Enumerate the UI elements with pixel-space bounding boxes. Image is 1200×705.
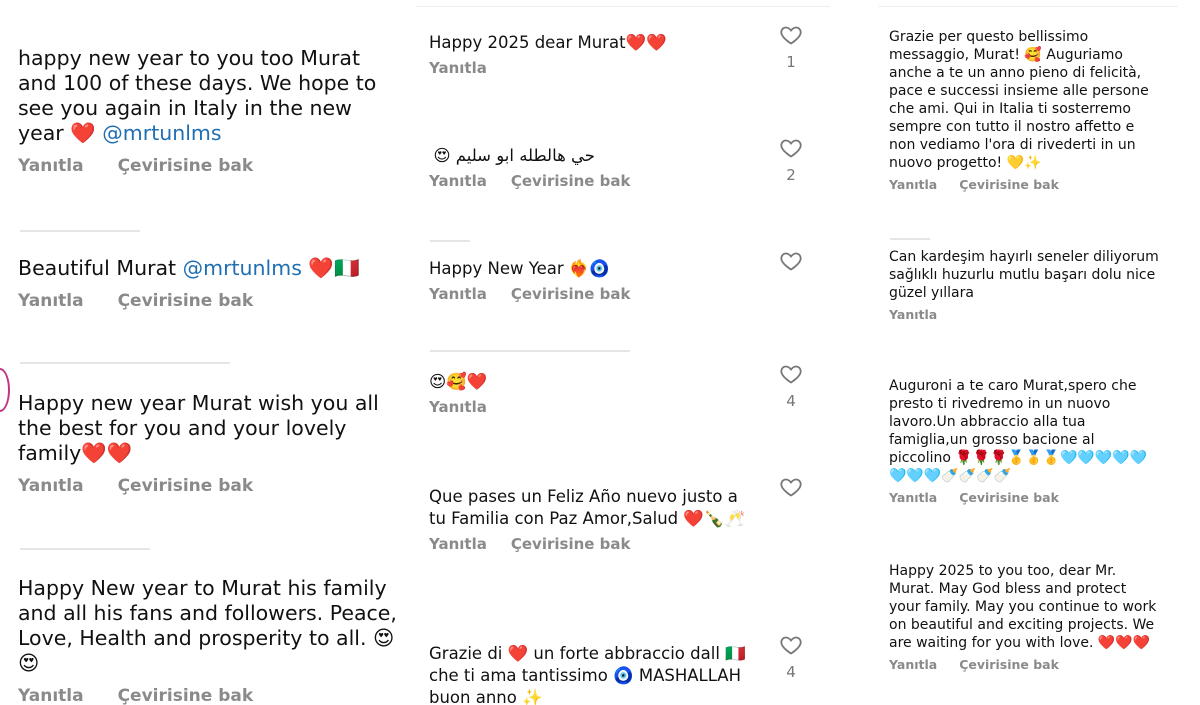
faded-username <box>430 350 630 352</box>
like-heart-icon[interactable] <box>778 136 804 160</box>
reply-button[interactable]: Yanıtla <box>889 657 937 672</box>
faded-username <box>20 548 150 550</box>
comments-column-2: Happy 2025 dear Murat❤️❤️ Yanıtla 1 حي ه… <box>416 0 830 705</box>
comment: Auguroni a te caro Murat,spero che prest… <box>889 377 1159 505</box>
comment: Beautiful Murat @mrtunlms ❤️🇮🇹 Yanıtla Çe… <box>18 256 403 311</box>
translate-button[interactable]: Çevirisine bak <box>118 291 254 311</box>
like-heart-icon[interactable] <box>778 362 804 386</box>
like-heart-icon[interactable] <box>778 23 804 47</box>
faded-username <box>20 230 140 232</box>
comment-text: happy new year to you too Murat and 100 … <box>18 46 377 145</box>
reply-button[interactable]: Yanıtla <box>18 291 84 311</box>
reply-button[interactable]: Yanıtla <box>889 490 937 505</box>
mention-link[interactable]: @mrtunlms <box>102 121 221 145</box>
comment: حي هالطله ابو سليم 😍 Yanıtla Çevirisine b… <box>429 145 631 190</box>
like-heart-icon[interactable] <box>778 475 804 499</box>
comment: happy new year to you too Murat and 100 … <box>18 46 403 176</box>
comment-actions: Yanıtla Çevirisine bak <box>18 686 403 705</box>
like-count: 4 <box>786 392 796 410</box>
comment-actions: Yanıtla Çevirisine bak <box>889 657 1159 672</box>
comment: Grazie di ❤️ un forte abbraccio dall 🇮🇹 … <box>429 643 759 705</box>
translate-button[interactable]: Çevirisine bak <box>511 285 631 303</box>
comment-text: Grazie per questo bellissimo messaggio, … <box>889 29 1149 171</box>
comment-text: Que pases un Feliz Año nuevo justo a tu … <box>429 487 745 528</box>
comment-actions: Yanıtla <box>889 307 1159 322</box>
divider <box>878 6 1178 7</box>
translate-button[interactable]: Çevirisine bak <box>118 156 254 176</box>
comment: 😍🥰❤️ Yanıtla <box>429 371 759 416</box>
reply-button[interactable]: Yanıtla <box>889 177 937 192</box>
comment: Happy New year to Murat his family and a… <box>18 576 403 705</box>
comment: Can kardeşim hayırlı seneler diliyorum s… <box>889 248 1159 322</box>
like-heart-icon[interactable] <box>778 633 804 657</box>
comment-actions: Yanıtla Çevirisine bak <box>18 291 403 311</box>
divider <box>416 6 830 7</box>
translate-button[interactable]: Çevirisine bak <box>511 535 631 553</box>
comment-actions: Yanıtla Çevirisine bak <box>18 156 403 176</box>
comment-actions: Yanıtla Çevirisine bak <box>889 490 1159 505</box>
like-count: 4 <box>786 663 796 681</box>
comment-text: Happy 2025 dear Murat❤️❤️ <box>429 33 667 52</box>
faded-username <box>430 240 470 242</box>
like-count: 2 <box>786 166 796 184</box>
comment-actions: Yanıtla Çevirisine bak <box>18 476 403 496</box>
comments-column-3: Grazie per questo bellissimo messaggio, … <box>878 0 1178 705</box>
reply-button[interactable]: Yanıtla <box>18 686 84 705</box>
comment: Happy New Year ❤️‍🔥🧿 Yanıtla Çevirisine b… <box>429 258 759 303</box>
reply-button[interactable]: Yanıtla <box>889 307 937 322</box>
comment-text: Happy new year Murat wish you all the be… <box>18 391 379 465</box>
faded-username <box>20 362 230 364</box>
comment-text: 😍🥰❤️ <box>429 372 488 391</box>
comment-text: حي هالطله ابو سليم 😍 <box>433 146 595 165</box>
translate-button[interactable]: Çevirisine bak <box>118 476 254 496</box>
comment-actions: Yanıtla <box>429 59 759 77</box>
translate-button[interactable]: Çevirisine bak <box>959 657 1059 672</box>
comment-actions: Yanıtla Çevirisine bak <box>429 285 759 303</box>
reply-button[interactable]: Yanıtla <box>429 285 487 303</box>
mention-link[interactable]: @mrtunlms <box>183 256 302 280</box>
reply-button[interactable]: Yanıtla <box>429 398 487 416</box>
comment-actions: Yanıtla Çevirisine bak <box>429 172 631 190</box>
comment-actions: Yanıtla Çevirisine bak <box>889 177 1159 192</box>
reply-button[interactable]: Yanıtla <box>429 59 487 77</box>
comment-text: Happy New year to Murat his family and a… <box>18 576 397 675</box>
like-heart-icon[interactable] <box>778 249 804 273</box>
comment-text: Auguroni a te caro Murat,spero che prest… <box>889 378 1148 484</box>
comments-column-1: happy new year to you too Murat and 100 … <box>0 0 412 705</box>
translate-button[interactable]: Çevirisine bak <box>959 490 1059 505</box>
comment-text: Can kardeşim hayırlı seneler diliyorum s… <box>889 249 1159 301</box>
reply-button[interactable]: Yanıtla <box>429 172 487 190</box>
like-count: 1 <box>786 53 796 71</box>
comment-actions: Yanıtla <box>429 398 759 416</box>
story-ring <box>0 368 10 412</box>
comment: Grazie per questo bellissimo messaggio, … <box>889 28 1159 192</box>
reply-button[interactable]: Yanıtla <box>18 156 84 176</box>
reply-button[interactable]: Yanıtla <box>18 476 84 496</box>
reply-button[interactable]: Yanıtla <box>429 535 487 553</box>
translate-button[interactable]: Çevirisine bak <box>959 177 1059 192</box>
comment: Happy new year Murat wish you all the be… <box>18 391 403 496</box>
translate-button[interactable]: Çevirisine bak <box>118 686 254 705</box>
comment-text: Happy New Year ❤️‍🔥🧿 <box>429 259 610 278</box>
comment: Que pases un Feliz Año nuevo justo a tu … <box>429 486 759 553</box>
comment-text: Grazie di ❤️ un forte abbraccio dall 🇮🇹 … <box>429 644 746 705</box>
translate-button[interactable]: Çevirisine bak <box>511 172 631 190</box>
comment-text: Beautiful Murat @mrtunlms ❤️🇮🇹 <box>18 256 360 280</box>
comment: Happy 2025 to you too, dear Mr. Murat. M… <box>889 562 1159 672</box>
comment-actions: Yanıtla Çevirisine bak <box>429 535 759 553</box>
faded-username <box>890 238 930 240</box>
comment-text: Happy 2025 to you too, dear Mr. Murat. M… <box>889 563 1157 651</box>
comment: Happy 2025 dear Murat❤️❤️ Yanıtla <box>429 32 759 77</box>
